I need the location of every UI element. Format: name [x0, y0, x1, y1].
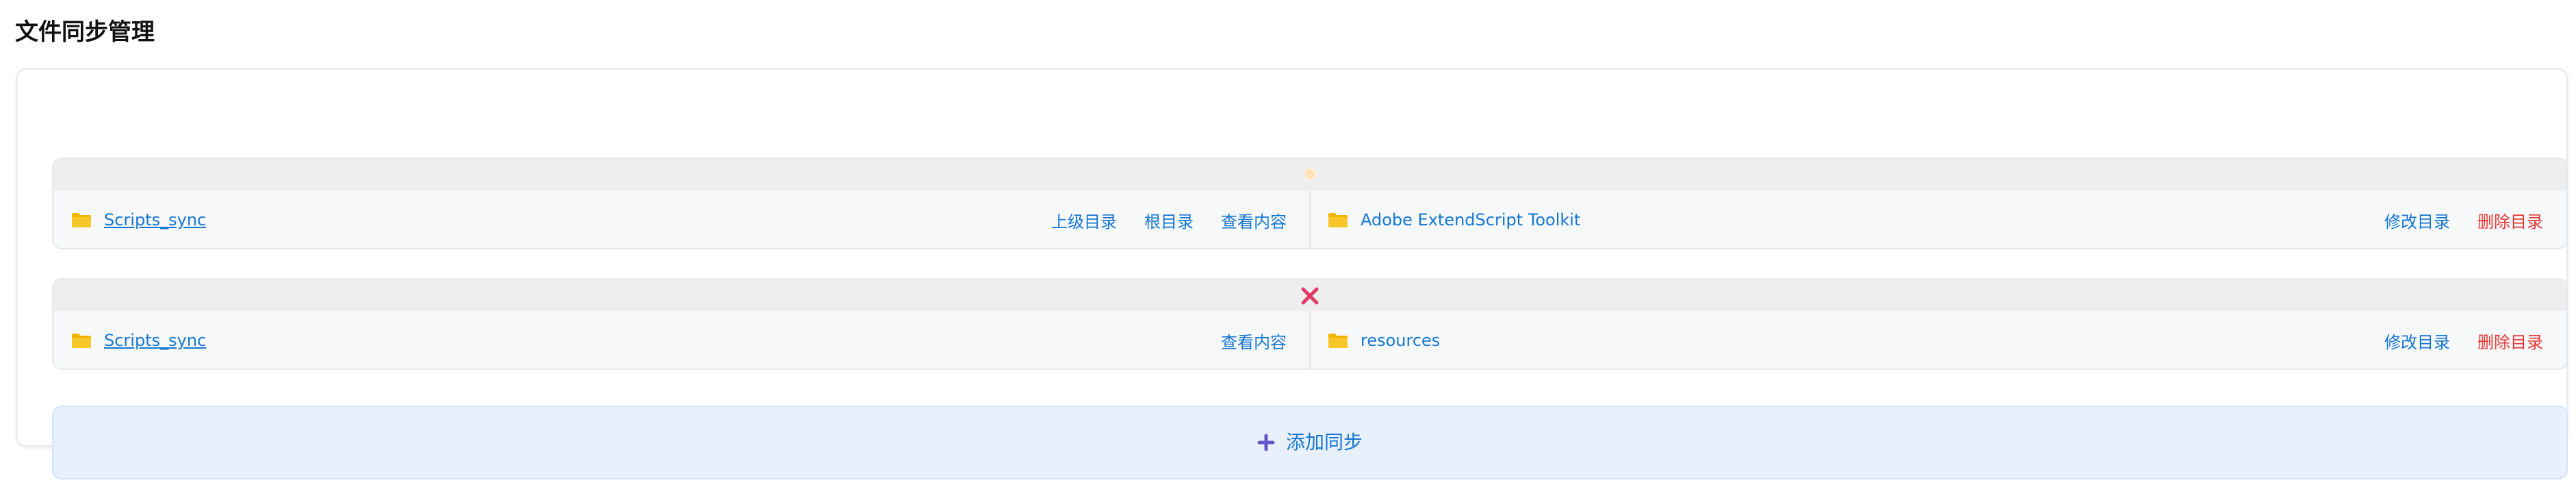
sync-card-header — [53, 279, 2566, 311]
clock-icon: ◷ — [1304, 168, 1316, 180]
source-folder-link[interactable]: Scripts_sync — [104, 331, 206, 350]
modify-directory-button[interactable]: 修改目录 — [2384, 329, 2450, 353]
add-sync-button[interactable]: 添加同步 — [52, 406, 2568, 480]
delete-directory-button[interactable]: 删除目录 — [2477, 208, 2543, 232]
delete-directory-button[interactable]: 删除目录 — [2477, 329, 2543, 353]
target-folder-name: Adobe ExtendScript Toolkit — [1361, 210, 1581, 229]
sync-card: ◷ Scripts_sync 上级目录 根目录 查看内容 Adobe Exten… — [52, 158, 2568, 249]
add-sync-label: 添加同步 — [1285, 431, 1363, 453]
sync-card-body: Scripts_sync 查看内容 resources 修改目录 删除目录 — [53, 311, 2566, 369]
sync-panel: ◷ Scripts_sync 上级目录 根目录 查看内容 Adobe Exten… — [16, 69, 2568, 480]
target-folder-actions: 修改目录 删除目录 — [2384, 329, 2543, 353]
folder-icon — [1328, 213, 1348, 227]
source-folder-link[interactable]: Scripts_sync — [104, 210, 206, 229]
folder-icon — [72, 334, 91, 348]
target-folder-name: resources — [1361, 331, 1441, 350]
target-folder-panel: Adobe ExtendScript Toolkit 修改目录 删除目录 — [1310, 190, 2566, 248]
source-folder-panel: Scripts_sync 上级目录 根目录 查看内容 — [53, 190, 1310, 248]
view-contents-button[interactable]: 查看内容 — [1221, 329, 1287, 353]
target-folder-panel: resources 修改目录 删除目录 — [1310, 311, 2566, 369]
view-contents-button[interactable]: 查看内容 — [1221, 208, 1287, 232]
modify-directory-button[interactable]: 修改目录 — [2384, 208, 2450, 232]
sync-card-header: ◷ — [53, 159, 2566, 190]
plus-icon — [1257, 434, 1275, 451]
source-folder-actions: 查看内容 — [1221, 329, 1287, 353]
page-root: 文件同步管理 ◷ Scripts_sync 上级目录 根目录 查看内容 Adob… — [0, 0, 2576, 485]
source-folder-panel: Scripts_sync 查看内容 — [53, 311, 1310, 369]
source-folder-actions: 上级目录 根目录 查看内容 — [1051, 208, 1287, 232]
target-folder-actions: 修改目录 删除目录 — [2384, 208, 2543, 232]
sync-card: Scripts_sync 查看内容 resources 修改目录 删除目录 — [52, 278, 2568, 370]
root-directory-button[interactable]: 根目录 — [1144, 208, 1194, 232]
folder-icon — [72, 213, 91, 227]
x-mark-icon — [1301, 287, 1319, 305]
sync-card-body: Scripts_sync 上级目录 根目录 查看内容 Adobe ExtendS… — [53, 190, 2566, 248]
page-title: 文件同步管理 — [15, 18, 155, 46]
folder-icon — [1328, 334, 1348, 348]
parent-directory-button[interactable]: 上级目录 — [1051, 208, 1117, 232]
